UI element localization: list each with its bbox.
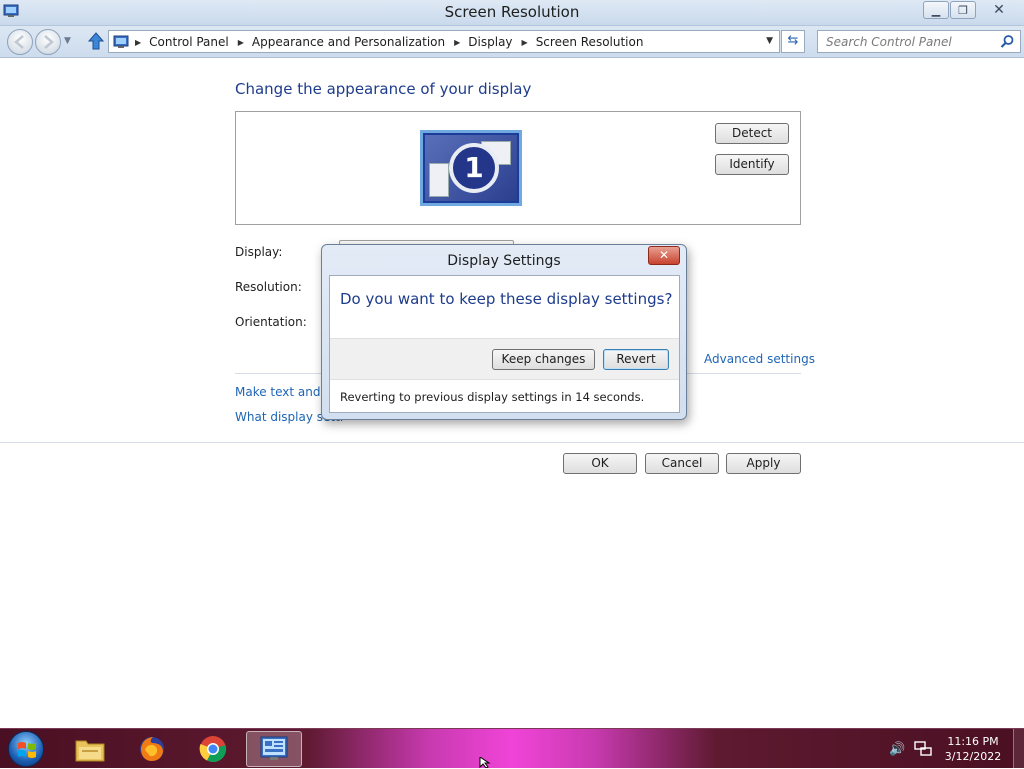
ok-button[interactable]: OK (563, 453, 637, 474)
control-panel-icon (260, 736, 288, 760)
restore-icon: ❐ (958, 3, 968, 17)
search-icon[interactable] (1000, 34, 1015, 49)
dialog-body: Do you want to keep these display settin… (329, 275, 680, 413)
breadcrumb-appearance[interactable]: Appearance and Personalization (252, 35, 445, 49)
start-button[interactable] (8, 731, 44, 767)
chevron-right-icon[interactable]: ▶ (454, 38, 460, 47)
refresh-button[interactable]: ⇆ (781, 30, 805, 53)
identify-button[interactable]: Identify (715, 154, 789, 175)
breadcrumb-control-panel[interactable]: Control Panel (149, 35, 229, 49)
display-settings-dialog: Display Settings ✕ Do you want to keep t… (321, 244, 687, 420)
monitor-1-thumbnail[interactable]: 1 (420, 130, 522, 206)
monitor-screen: 1 (425, 135, 517, 201)
close-icon: ✕ (993, 2, 1005, 18)
dialog-title: Display Settings (447, 253, 561, 269)
forward-arrow-icon (44, 35, 54, 49)
minimize-button[interactable]: ▁ (923, 1, 949, 19)
up-arrow-icon[interactable] (86, 31, 106, 51)
taskbar-file-explorer[interactable] (62, 731, 118, 767)
show-desktop-button[interactable] (1013, 729, 1024, 769)
title-bar: Screen Resolution ▁ ❐ ✕ (0, 0, 1024, 26)
close-icon: ✕ (658, 248, 670, 262)
back-arrow-icon (14, 35, 24, 49)
file-explorer-icon (75, 740, 105, 762)
firefox-icon (140, 737, 164, 761)
keep-changes-button[interactable]: Keep changes (492, 349, 595, 370)
advanced-settings-link[interactable]: Advanced settings (704, 352, 815, 366)
recent-pages-dropdown-icon[interactable]: ▼ (64, 36, 71, 46)
chevron-right-icon[interactable]: ▶ (522, 38, 528, 47)
dialog-close-button[interactable]: ✕ (648, 246, 680, 265)
breadcrumb-screen-resolution[interactable]: Screen Resolution (536, 35, 644, 49)
volume-icon[interactable]: 🔊 (889, 742, 905, 757)
monitor-number-badge: 1 (449, 143, 499, 193)
monitor-window-graphic (429, 163, 449, 197)
system-clock[interactable]: 11:16 PM 3/12/2022 (940, 734, 1006, 764)
clock-time: 11:16 PM (947, 735, 999, 748)
chevron-right-icon[interactable]: ▶ (238, 38, 244, 47)
detect-button[interactable]: Detect (715, 123, 789, 144)
countdown-status: Reverting to previous display settings i… (340, 390, 645, 404)
restore-button[interactable]: ❐ (950, 1, 976, 19)
divider (0, 442, 1024, 443)
search-box[interactable] (817, 30, 1021, 53)
clock-date: 3/12/2022 (944, 750, 1002, 763)
dialog-question: Do you want to keep these display settin… (340, 290, 673, 308)
forward-button[interactable] (35, 29, 61, 55)
apply-button[interactable]: Apply (726, 453, 801, 474)
windows-logo-icon (18, 742, 36, 758)
taskbar-chrome[interactable] (185, 731, 241, 767)
minimize-icon: ▁ (931, 3, 941, 17)
taskbar: 🔊 11:16 PM 3/12/2022 (0, 728, 1024, 769)
address-bar[interactable]: ▶ Control Panel ▶ Appearance and Persona… (108, 30, 780, 53)
address-dropdown-icon[interactable]: ▼ (766, 36, 773, 46)
make-text-larger-link[interactable]: Make text and o (235, 385, 332, 399)
chrome-icon (199, 736, 227, 763)
close-button[interactable]: ✕ (977, 1, 1021, 19)
window-title: Screen Resolution (444, 3, 580, 21)
dialog-button-row: Keep changes Revert (330, 338, 679, 380)
orientation-label: Orientation: (235, 315, 307, 329)
taskbar-control-panel[interactable] (246, 731, 302, 767)
breadcrumb: ▶ Control Panel ▶ Appearance and Persona… (135, 35, 652, 49)
cancel-button[interactable]: Cancel (645, 453, 719, 474)
revert-button[interactable]: Revert (603, 349, 669, 370)
breadcrumb-display[interactable]: Display (468, 35, 512, 49)
taskbar-firefox[interactable] (124, 731, 180, 767)
navigation-bar: ▼ ▶ Control Panel ▶ Appearance and Perso… (0, 26, 1024, 58)
control-panel-icon (113, 34, 129, 50)
mouse-cursor-icon (479, 757, 491, 768)
refresh-icon: ⇆ (787, 33, 799, 48)
back-button[interactable] (7, 29, 33, 55)
search-input[interactable] (818, 31, 998, 52)
network-icon[interactable] (914, 741, 932, 757)
chevron-right-icon[interactable]: ▶ (135, 38, 141, 47)
resolution-label: Resolution: (235, 280, 302, 294)
page-title: Change the appearance of your display (235, 80, 532, 98)
display-label: Display: (235, 245, 283, 259)
